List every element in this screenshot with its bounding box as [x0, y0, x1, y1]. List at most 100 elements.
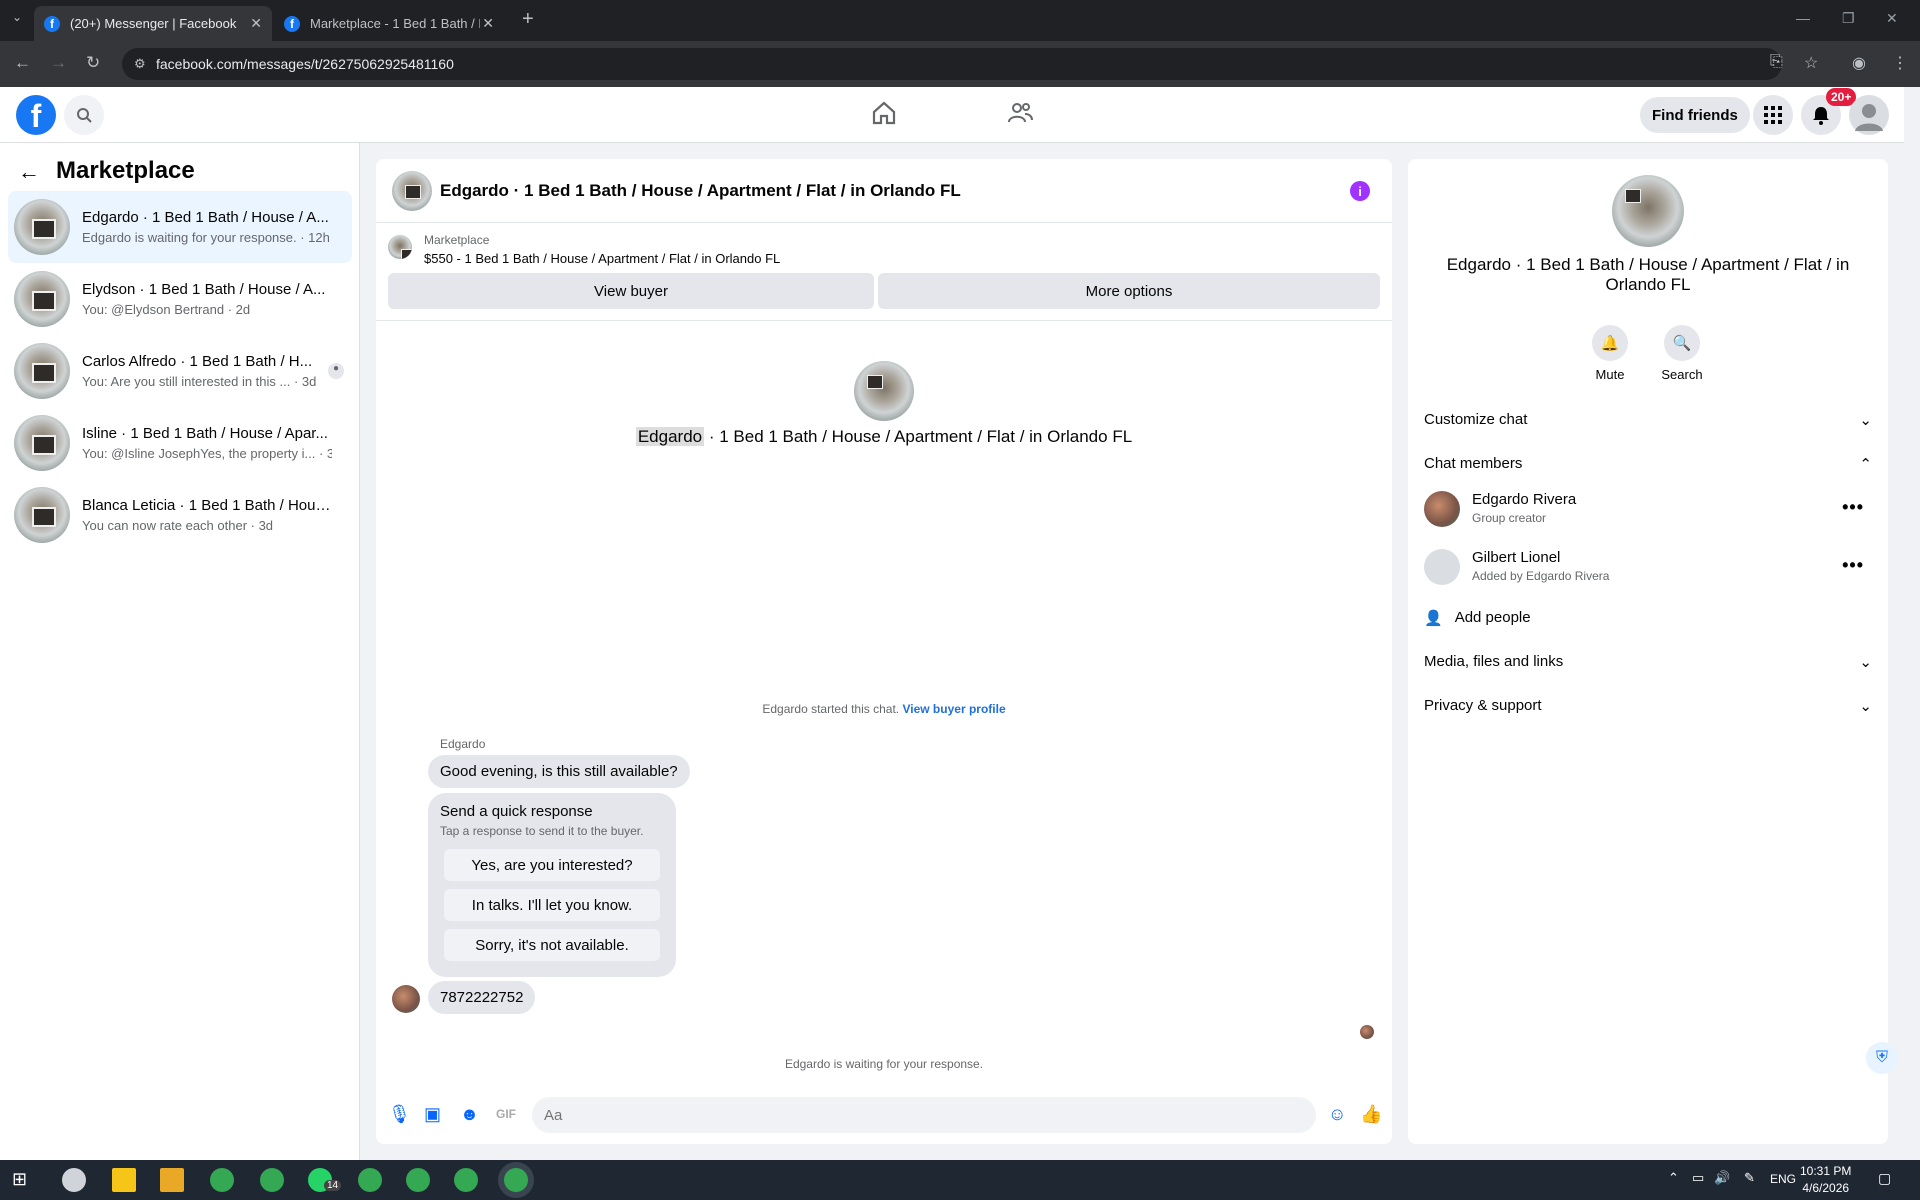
volume-icon[interactable]: 🔊	[1714, 1170, 1730, 1186]
windows-start-icon[interactable]: ⊞	[12, 1169, 27, 1190]
message-input[interactable]	[532, 1097, 1316, 1133]
listing-thumbnail	[14, 487, 70, 543]
chrome-icon[interactable]	[406, 1168, 430, 1192]
message-bubble[interactable]: Good evening, is this still available?	[428, 755, 690, 788]
view-buyer-button[interactable]: View buyer	[388, 273, 874, 309]
conversation-item[interactable]: Edgardo · 1 Bed 1 Bath / House / A... Edg…	[8, 191, 352, 263]
conversation-name: Elydson · 1 Bed 1 Bath / House / A...	[82, 281, 326, 298]
tray-chevron-icon[interactable]: ⌃	[1668, 1170, 1679, 1186]
tab-marketplace[interactable]: f Marketplace - 1 Bed 1 Bath / H ✕	[274, 6, 504, 41]
chat-members-section[interactable]: Chat members ⌃	[1424, 455, 1872, 473]
microphone-icon[interactable]: 🎙	[388, 1104, 411, 1125]
friends-icon[interactable]	[1006, 99, 1034, 132]
privacy-section[interactable]: Privacy & support ⌄	[1424, 697, 1872, 715]
add-person-icon: 👤	[1424, 610, 1443, 627]
app-icon[interactable]	[62, 1168, 86, 1192]
section-label: Media, files and links	[1424, 653, 1564, 670]
more-options-icon[interactable]: •••	[1842, 497, 1864, 518]
more-options-button[interactable]: More options	[878, 273, 1380, 309]
find-friends-button[interactable]: Find friends	[1640, 97, 1750, 133]
chrome-icon[interactable]	[210, 1168, 234, 1192]
chrome-menu-icon[interactable]: ⋮	[1892, 53, 1908, 73]
member-row[interactable]: Edgardo Rivera Group creator •••	[1424, 487, 1872, 531]
home-icon[interactable]	[870, 99, 898, 132]
emoji-icon[interactable]: ☺	[1328, 1104, 1346, 1125]
search-icon[interactable]	[64, 95, 104, 135]
media-section[interactable]: Media, files and links ⌄	[1424, 653, 1872, 671]
clock[interactable]: 10:31 PM 4/6/2026	[1800, 1163, 1851, 1197]
marketplace-label: Marketplace	[424, 233, 490, 247]
close-window-icon[interactable]: ✕	[1886, 10, 1898, 27]
chat-thumbnail[interactable]	[392, 170, 432, 211]
customize-chat-section[interactable]: Customize chat ⌄	[1424, 411, 1872, 429]
seen-avatar	[1360, 1025, 1374, 1039]
info-icon[interactable]: i	[1350, 181, 1370, 201]
app-icon[interactable]	[160, 1168, 184, 1192]
conversation-name: Edgardo · 1 Bed 1 Bath / House / A...	[82, 209, 329, 226]
photo-icon[interactable]: ▣	[424, 1104, 441, 1125]
more-options-icon[interactable]: •••	[1842, 555, 1864, 576]
conversation-item[interactable]: Carlos Alfredo · 1 Bed 1 Bath / H... You:…	[8, 335, 352, 407]
chrome-icon[interactable]	[504, 1168, 528, 1192]
site-info-icon[interactable]: ⚙	[134, 56, 146, 72]
conversation-item[interactable]: Elydson · 1 Bed 1 Bath / House / A... You…	[8, 263, 352, 335]
search-icon: 🔍	[1664, 325, 1700, 361]
message-bubble[interactable]: 7872222752	[428, 981, 536, 1014]
listing-title[interactable]: $550 - 1 Bed 1 Bath / House / Apartment …	[424, 251, 780, 266]
quick-response-button[interactable]: Yes, are you interested?	[444, 849, 660, 881]
chrome-icon[interactable]	[260, 1168, 284, 1192]
chat-title[interactable]: Edgardo · 1 Bed 1 Bath / House / Apartme…	[440, 181, 961, 201]
chrome-icon[interactable]	[454, 1168, 478, 1192]
gif-icon[interactable]: GIF	[496, 1107, 516, 1121]
new-tab-icon[interactable]: +	[522, 8, 534, 31]
listing-thumbnail[interactable]	[388, 235, 412, 259]
shield-icon[interactable]: ⛨	[1866, 1042, 1898, 1074]
conversation-item[interactable]: Blanca Leticia · 1 Bed 1 Bath / Hous... Y…	[8, 479, 352, 551]
quick-response-button[interactable]: Sorry, it's not available.	[444, 929, 660, 961]
member-role: Added by Edgardo Rivera	[1472, 569, 1610, 583]
tab-messenger[interactable]: f (20+) Messenger | Facebook ✕	[34, 6, 272, 41]
pen-icon[interactable]: ✎	[1744, 1170, 1755, 1186]
conversation-item[interactable]: Isline · 1 Bed 1 Bath / House / Apar... Y…	[8, 407, 352, 479]
tab-title: Marketplace - 1 Bed 1 Bath / H	[310, 16, 480, 31]
forward-icon[interactable]: →	[50, 53, 67, 73]
facebook-favicon-icon: f	[44, 15, 60, 32]
chevron-up-icon: ⌃	[1859, 456, 1872, 473]
listing-thumbnail	[14, 199, 70, 255]
menu-grid-icon[interactable]	[1753, 95, 1793, 135]
listing-thumbnail	[14, 415, 70, 471]
language-indicator[interactable]: ENG	[1770, 1172, 1796, 1186]
minimize-icon[interactable]: —	[1796, 10, 1810, 26]
network-icon[interactable]: ▭	[1692, 1170, 1704, 1186]
tab-search-icon[interactable]: ⌄	[12, 10, 22, 24]
profile-icon[interactable]: ◉	[1852, 53, 1866, 73]
app-icon[interactable]	[112, 1168, 136, 1192]
install-app-icon[interactable]: ⎘	[1770, 53, 1783, 71]
restore-icon[interactable]: ❐	[1842, 10, 1855, 27]
facebook-logo[interactable]: f	[16, 95, 56, 135]
back-arrow-icon[interactable]: ←	[18, 159, 40, 185]
chat-started-notice: Edgardo started this chat. View buyer pr…	[376, 702, 1392, 716]
search-in-chat-button[interactable]: 🔍 Search	[1652, 325, 1712, 382]
add-people-button[interactable]: 👤 Add people	[1424, 609, 1872, 627]
back-icon[interactable]: ←	[14, 53, 31, 73]
chrome-icon[interactable]	[358, 1168, 382, 1192]
chevron-down-icon: ⌄	[1859, 654, 1872, 671]
account-avatar[interactable]	[1849, 95, 1889, 135]
sender-avatar[interactable]	[392, 985, 420, 1013]
conversation-name: Carlos Alfredo · 1 Bed 1 Bath / H...	[82, 353, 313, 370]
mute-button[interactable]: 🔔 Mute	[1580, 325, 1640, 382]
sticker-icon[interactable]: ☻	[460, 1104, 479, 1125]
close-tab-icon[interactable]: ✕	[482, 15, 494, 32]
reload-icon[interactable]: ↻	[86, 53, 100, 73]
chat-subtitle: Edgardo · 1 Bed 1 Bath / House / Apartme…	[376, 427, 1392, 447]
close-tab-icon[interactable]: ✕	[250, 15, 262, 32]
page-scrollbar[interactable]	[1904, 87, 1920, 1160]
notification-center-icon[interactable]: ▢	[1878, 1170, 1891, 1187]
quick-response-button[interactable]: In talks. I'll let you know.	[444, 889, 660, 921]
bookmark-star-icon[interactable]: ☆	[1804, 53, 1818, 73]
like-thumb-icon[interactable]: 👍	[1360, 1104, 1382, 1125]
member-row[interactable]: Gilbert Lionel Added by Edgardo Rivera •…	[1424, 545, 1872, 589]
view-buyer-profile-link[interactable]: View buyer profile	[902, 702, 1005, 716]
url-field[interactable]: ⚙ facebook.com/messages/t/26275062925481…	[122, 48, 1782, 80]
